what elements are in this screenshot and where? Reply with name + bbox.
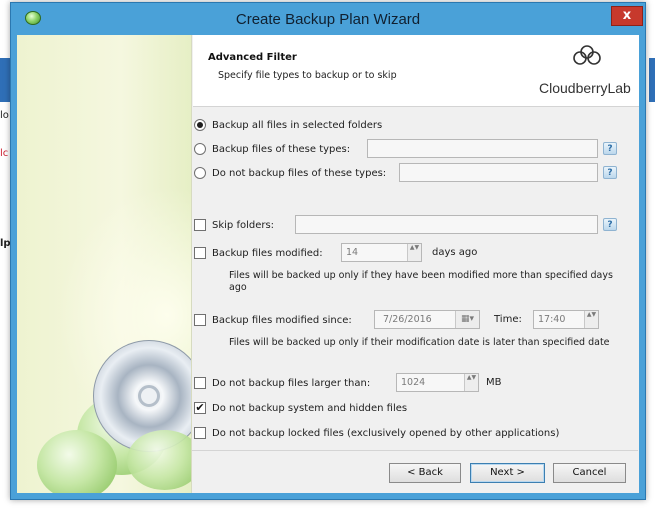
modified-note: Files will be backed up only if they hav… — [229, 270, 613, 293]
modified-days-stepper[interactable]: 14 ▲▼ — [341, 243, 422, 262]
system-hidden-option[interactable]: ✔ Do not backup system and hidden files — [194, 400, 407, 416]
back-button[interactable]: < Back — [389, 463, 461, 483]
larger-than-checkbox[interactable] — [194, 377, 206, 389]
cloudberry-logo-icon — [573, 45, 601, 65]
close-button[interactable]: x — [611, 6, 643, 26]
since-date-value: 7/26/2016 — [383, 314, 432, 325]
radio-button[interactable] — [194, 143, 206, 155]
wizard-header: Advanced Filter Specify file types to ba… — [193, 35, 639, 107]
page-subtitle: Specify file types to backup or to skip — [218, 70, 397, 81]
system-hidden-checkbox[interactable]: ✔ — [194, 402, 206, 414]
modified-option[interactable]: Backup files modified: — [194, 245, 323, 261]
max-size-unit-label: MB — [486, 377, 502, 388]
skip-file-types-input[interactable] — [399, 163, 598, 182]
skip-folders-option[interactable]: Skip folders: — [194, 217, 274, 233]
time-label: Time: — [494, 314, 522, 325]
larger-than-label: Do not backup files larger than: — [212, 377, 371, 389]
radio-button[interactable] — [194, 119, 206, 131]
page-title: Advanced Filter — [208, 52, 297, 63]
next-button[interactable]: Next > — [470, 463, 545, 483]
radio-these-types-label: Backup files of these types: — [212, 143, 351, 155]
cancel-button[interactable]: Cancel — [553, 463, 626, 483]
modified-label: Backup files modified: — [212, 247, 323, 259]
since-date-picker[interactable]: 7/26/2016 ▦▾ — [374, 310, 480, 329]
system-hidden-label: Do not backup system and hidden files — [212, 402, 408, 414]
title-bar[interactable]: Create Backup Plan Wizard x — [11, 3, 645, 35]
locked-files-checkbox[interactable] — [194, 427, 206, 439]
footer-separator — [192, 450, 638, 451]
background-ribbon-right — [649, 58, 655, 102]
calendar-icon[interactable]: ▦▾ — [455, 311, 479, 328]
wizard-side-art — [17, 35, 192, 493]
cloud-illustration — [127, 430, 191, 490]
modified-since-checkbox[interactable] — [194, 314, 206, 326]
radio-all-files[interactable]: Backup all files in selected folders — [194, 117, 382, 133]
locked-files-label: Do not backup locked files (exclusively … — [212, 427, 560, 439]
skip-folders-label: Skip folders: — [212, 219, 275, 231]
radio-all-files-label: Backup all files in selected folders — [212, 119, 383, 131]
radio-not-these-types-label: Do not backup files of these types: — [212, 167, 387, 179]
since-time-value: 17:40 — [538, 314, 566, 325]
max-size-value: 1024 — [401, 377, 426, 388]
locked-files-option[interactable]: Do not backup locked files (exclusively … — [194, 425, 559, 441]
help-icon[interactable]: ? — [603, 218, 617, 231]
cloud-illustration — [37, 430, 117, 493]
modified-days-value: 14 — [346, 247, 359, 258]
modified-unit-label: days ago — [432, 247, 478, 258]
larger-than-option[interactable]: Do not backup files larger than: — [194, 375, 370, 391]
file-types-input[interactable] — [367, 139, 598, 158]
spin-arrows-icon[interactable]: ▲▼ — [464, 374, 478, 391]
modified-since-option[interactable]: Backup files modified since: — [194, 312, 352, 328]
max-size-stepper[interactable]: 1024 ▲▼ — [396, 373, 479, 392]
help-icon[interactable]: ? — [603, 142, 617, 155]
spin-arrows-icon[interactable]: ▲▼ — [407, 244, 421, 261]
spin-arrows-icon[interactable]: ▲▼ — [584, 311, 598, 328]
radio-not-these-types[interactable]: Do not backup files of these types: — [194, 165, 386, 181]
modified-since-note: Files will be backed up only if their mo… — [229, 337, 610, 348]
radio-these-types[interactable]: Backup files of these types: — [194, 141, 350, 157]
skip-folders-input[interactable] — [295, 215, 598, 234]
modified-since-label: Backup files modified since: — [212, 314, 352, 326]
since-time-stepper[interactable]: 17:40 ▲▼ — [533, 310, 599, 329]
radio-button[interactable] — [194, 167, 206, 179]
window-title: Create Backup Plan Wizard — [235, 11, 421, 28]
modified-checkbox[interactable] — [194, 247, 206, 259]
brand-logo-text: CloudberryLab — [539, 80, 631, 96]
skip-folders-checkbox[interactable] — [194, 219, 206, 231]
help-icon[interactable]: ? — [603, 166, 617, 179]
disc-hole — [138, 385, 160, 407]
